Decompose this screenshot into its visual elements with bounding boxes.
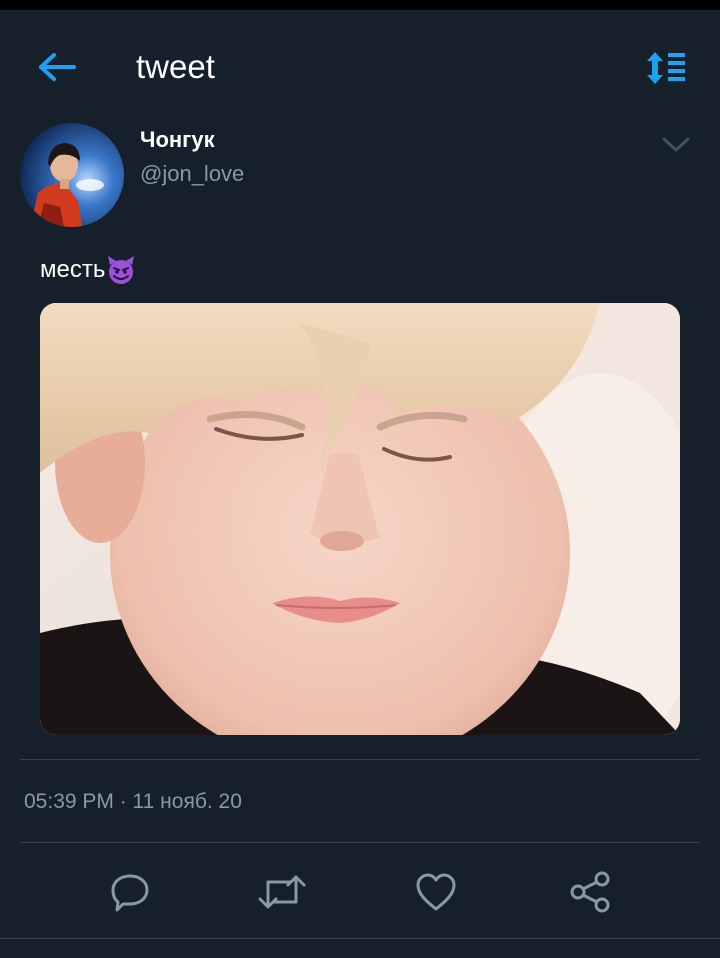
tweet-text: месть <box>40 252 136 288</box>
divider <box>0 938 720 939</box>
tweet-timestamp: 05:39 PM · 11 нояб. 20 <box>24 790 242 813</box>
avatar-photo <box>20 123 124 227</box>
tweet-menu-button[interactable] <box>656 130 696 160</box>
chevron-down-icon <box>662 137 690 152</box>
heart-icon <box>416 873 456 911</box>
sort-button[interactable] <box>640 48 692 88</box>
like-button[interactable] <box>410 868 462 916</box>
back-button[interactable] <box>30 46 84 88</box>
photo-sleeping-person <box>40 303 680 735</box>
divider <box>20 842 700 843</box>
status-bar-strip <box>0 0 720 10</box>
smiling-imp-emoji-icon <box>108 256 135 284</box>
arrow-left-icon <box>39 53 76 81</box>
page-title: tweet <box>136 48 215 85</box>
share-icon <box>570 871 610 913</box>
author-name[interactable]: Чонгук <box>140 124 215 156</box>
tweet-text-content: месть <box>40 256 106 283</box>
sort-list-icon <box>647 52 685 84</box>
tweet-photo[interactable] <box>40 303 680 735</box>
app-bar: tweet <box>0 10 720 114</box>
tweet-actions <box>0 862 720 922</box>
divider <box>20 759 700 760</box>
comment-bubble-icon <box>111 874 149 912</box>
avatar[interactable] <box>20 123 124 227</box>
reply-button[interactable] <box>104 868 156 916</box>
retweet-icon <box>258 875 306 909</box>
author-handle[interactable]: @jon_love <box>140 158 244 190</box>
share-button[interactable] <box>564 868 616 916</box>
retweet-button[interactable] <box>256 868 308 916</box>
